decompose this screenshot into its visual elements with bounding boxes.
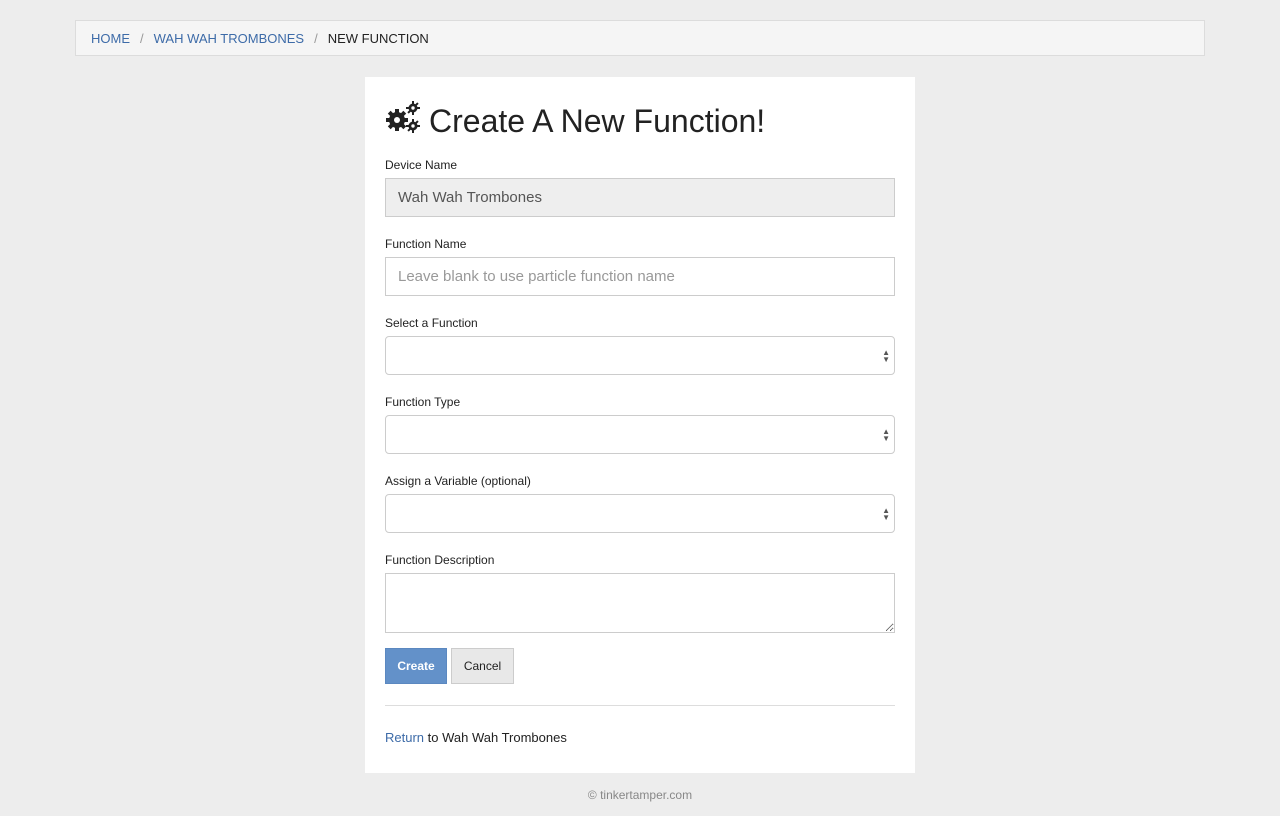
device-name-field: Wah Wah Trombones: [385, 178, 895, 217]
breadcrumb: HOME / WAH WAH TROMBONES / NEW FUNCTION: [75, 20, 1205, 56]
return-line: Return to Wah Wah Trombones: [385, 730, 567, 745]
assign-variable-dropdown[interactable]: ▲ ▼: [385, 494, 895, 533]
return-text: to Wah Wah Trombones: [424, 730, 567, 745]
cancel-button[interactable]: Cancel: [451, 648, 514, 684]
return-link[interactable]: Return: [385, 730, 424, 745]
select-function-label: Select a Function: [385, 316, 478, 330]
function-description-label: Function Description: [385, 553, 495, 567]
page-title: Create A New Function!: [429, 102, 766, 139]
breadcrumb-device-link[interactable]: WAH WAH TROMBONES: [154, 31, 304, 46]
function-name-input[interactable]: [385, 257, 895, 296]
function-type-label: Function Type: [385, 395, 461, 409]
create-function-card: Create A New Function! Device Name Wah W…: [365, 77, 915, 773]
breadcrumb-home-link[interactable]: HOME: [91, 31, 130, 46]
select-arrows-icon: ▲ ▼: [882, 426, 890, 443]
breadcrumb-separator: /: [314, 30, 318, 46]
function-name-label: Function Name: [385, 237, 467, 251]
footer-copyright: © tinkertamper.com: [587, 788, 693, 802]
select-function-dropdown[interactable]: ▲ ▼: [385, 336, 895, 375]
gears-icon: [385, 101, 429, 141]
create-button[interactable]: Create: [385, 648, 447, 684]
function-description-textarea[interactable]: [385, 573, 895, 633]
select-arrows-icon: ▲ ▼: [882, 347, 890, 364]
assign-variable-label: Assign a Variable (optional): [385, 474, 531, 488]
function-type-dropdown[interactable]: ▲ ▼: [385, 415, 895, 454]
divider: [385, 705, 895, 706]
device-name-value: Wah Wah Trombones: [398, 189, 542, 206]
select-arrows-icon: ▲ ▼: [882, 505, 890, 522]
breadcrumb-current: NEW FUNCTION: [327, 30, 429, 46]
page-title-row: Create A New Function!: [385, 101, 765, 141]
device-name-label: Device Name: [385, 158, 458, 172]
breadcrumb-separator: /: [140, 30, 144, 46]
